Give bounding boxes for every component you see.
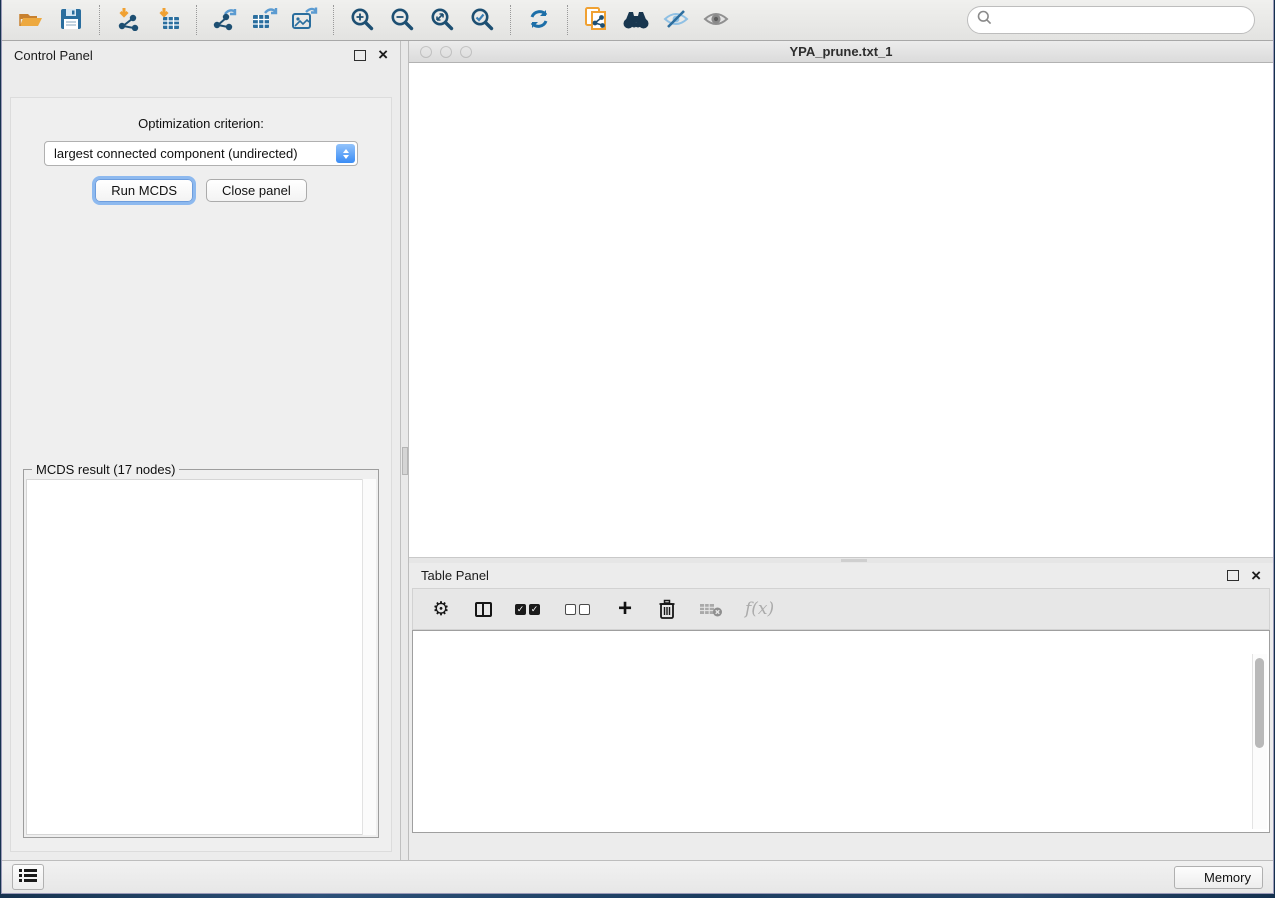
optimization-criterion-label: Optimization criterion: — [11, 116, 391, 131]
open-folder-icon — [18, 8, 44, 33]
result-list-scrollbar[interactable] — [362, 479, 376, 835]
control-panel: Control Panel × Optimization criterion: … — [2, 41, 400, 860]
table-scrollbar-thumb[interactable] — [1255, 658, 1264, 748]
window-maximize-light[interactable] — [460, 46, 472, 58]
import-table-button[interactable] — [149, 4, 187, 36]
desktop: Control Panel × Optimization criterion: … — [0, 0, 1275, 898]
export-table-icon — [251, 7, 279, 34]
save-floppy-icon — [59, 8, 83, 33]
criterion-selected-value: largest connected component (undirected) — [45, 146, 336, 161]
mcds-result-list[interactable] — [26, 479, 376, 835]
show-columns-icon[interactable] — [473, 602, 493, 617]
import-network-button[interactable] — [109, 4, 147, 36]
toolbar-separator — [196, 5, 197, 35]
binoculars-icon — [621, 8, 651, 33]
hide-unselected-button[interactable] — [657, 4, 695, 36]
close-panel-action-button[interactable]: Close panel — [206, 179, 307, 202]
zoom-out-icon — [390, 7, 415, 34]
open-file-button[interactable] — [12, 4, 50, 36]
export-network-icon — [212, 7, 238, 34]
zoom-fit-button[interactable] — [423, 4, 461, 36]
add-column-icon[interactable]: + — [615, 600, 635, 618]
mcds-result-box: MCDS result (17 nodes) — [23, 469, 379, 838]
task-history-button[interactable] — [12, 864, 44, 890]
select-stepper-icon — [336, 144, 355, 163]
refresh-icon — [527, 7, 551, 34]
node-table-container — [412, 630, 1270, 833]
table-settings-gear-icon[interactable]: ⚙ — [431, 600, 451, 619]
select-all-columns-icon[interactable]: ✓✓ — [515, 604, 543, 615]
vertical-splitter[interactable] — [400, 41, 409, 860]
duplicate-network-icon — [583, 6, 609, 35]
network-window-titlebar[interactable]: YPA_prune.txt_1 — [409, 41, 1273, 63]
eye-slash-icon — [662, 8, 690, 33]
criterion-select[interactable]: largest connected component (undirected) — [44, 141, 358, 166]
mcds-panel: Optimization criterion: largest connecte… — [10, 97, 392, 852]
float-table-panel-button[interactable] — [1227, 570, 1239, 581]
network-window: YPA_prune.txt_1 — [409, 41, 1273, 557]
search-box — [967, 6, 1255, 34]
mcds-result-title: MCDS result (17 nodes) — [32, 462, 179, 477]
main-toolbar — [2, 0, 1273, 41]
toolbar-separator — [510, 5, 511, 35]
application-window: Control Panel × Optimization criterion: … — [2, 0, 1273, 893]
status-bar: Memory — [2, 860, 1273, 893]
show-all-button[interactable] — [697, 4, 735, 36]
zoom-in-icon — [350, 7, 375, 34]
list-icon — [19, 868, 37, 887]
horizontal-splitter[interactable] — [409, 557, 1273, 563]
zoom-selected-icon — [470, 7, 495, 34]
table-scrollbar[interactable] — [1252, 654, 1267, 829]
network-graph[interactable] — [409, 63, 1273, 556]
eye-icon — [702, 8, 730, 33]
window-close-light[interactable] — [420, 46, 432, 58]
import-table-icon — [155, 7, 181, 34]
function-builder-icon: f(x) — [745, 599, 774, 619]
toolbar-separator — [567, 5, 568, 35]
network-canvas[interactable] — [409, 63, 1273, 557]
toolbar-separator — [333, 5, 334, 35]
float-panel-button[interactable] — [354, 50, 366, 61]
delete-column-trash-icon[interactable] — [657, 598, 677, 620]
deselect-all-columns-icon[interactable] — [565, 604, 593, 615]
control-panel-title: Control Panel — [14, 48, 93, 63]
export-network-button[interactable] — [206, 4, 244, 36]
zoom-selected-button[interactable] — [463, 4, 501, 36]
import-network-icon — [115, 7, 141, 34]
save-button[interactable] — [52, 4, 90, 36]
memory-label: Memory — [1204, 870, 1251, 885]
close-table-panel-button[interactable]: × — [1251, 571, 1261, 581]
search-input[interactable] — [998, 12, 1245, 29]
refresh-button[interactable] — [520, 4, 558, 36]
memory-button[interactable]: Memory — [1174, 866, 1263, 889]
zoom-fit-icon — [430, 7, 455, 34]
memory-status-icon — [1186, 872, 1197, 883]
zoom-in-button[interactable] — [343, 4, 381, 36]
toolbar-separator — [99, 5, 100, 35]
duplicate-network-button[interactable] — [577, 4, 615, 36]
network-title: YPA_prune.txt_1 — [409, 44, 1273, 59]
zoom-out-button[interactable] — [383, 4, 421, 36]
export-table-button[interactable] — [246, 4, 284, 36]
delete-table-icon — [699, 601, 723, 617]
table-toolbar: ⚙ ✓✓ + f(x) — [412, 588, 1270, 630]
table-panel-title: Table Panel — [421, 568, 489, 583]
run-mcds-button[interactable]: Run MCDS — [95, 179, 193, 202]
find-binoculars-button[interactable] — [617, 4, 655, 36]
window-minimize-light[interactable] — [440, 46, 452, 58]
close-panel-button[interactable]: × — [378, 50, 388, 60]
search-icon — [977, 10, 992, 30]
table-panel: Table Panel × ⚙ ✓✓ + f(x) — [409, 563, 1273, 860]
export-image-button[interactable] — [286, 4, 324, 36]
export-image-icon — [291, 7, 319, 34]
